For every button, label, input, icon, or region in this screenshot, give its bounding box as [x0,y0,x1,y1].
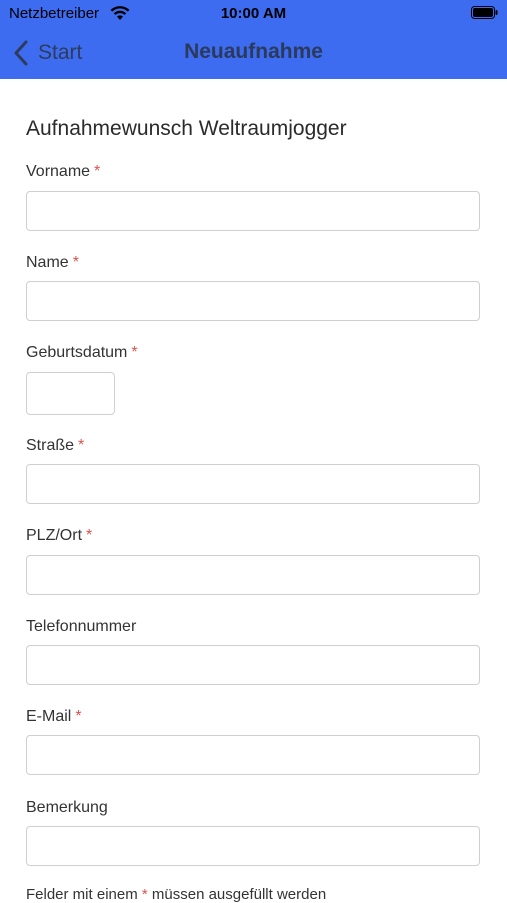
note-text-after: müssen ausgefüllt werden [151,886,327,903]
navigation-bar: Start Neuaufnahme [0,26,507,79]
strasse-label: Straße * [26,437,84,455]
name-input[interactable] [26,281,480,321]
name-label: Name * [26,254,79,272]
required-fields-note: Felder mit einem * müssen ausgefüllt wer… [26,886,326,903]
telefonnummer-label: Telefonnummer [26,618,136,636]
bemerkung-label: Bemerkung [26,799,108,817]
plz-ort-input[interactable] [26,555,480,595]
email-input[interactable] [26,735,480,775]
note-star: * [141,886,148,903]
required-marker: * [75,708,82,725]
strasse-label-text: Straße [26,437,75,454]
vorname-label-text: Vorname [26,163,91,180]
telefonnummer-input[interactable] [26,645,480,685]
required-marker: * [94,163,101,180]
plz-ort-label-text: PLZ/Ort [26,527,83,544]
required-marker: * [131,344,138,361]
required-marker: * [86,527,93,544]
email-label-text: E-Mail [26,708,72,725]
geburtsdatum-label: Geburtsdatum * [26,344,138,362]
plz-ort-label: PLZ/Ort * [26,527,92,545]
status-time: 10:00 AM [220,5,287,22]
geburtsdatum-input[interactable] [26,372,115,415]
bemerkung-input[interactable] [26,826,480,866]
strasse-input[interactable] [26,464,480,504]
name-label-text: Name [26,254,69,271]
telefonnummer-label-text: Telefonnummer [26,618,137,635]
page-title: Neuaufnahme [184,40,323,63]
note-text-before: Felder mit einem [26,886,138,903]
email-label: E-Mail * [26,708,82,726]
form-title: Aufnahmewunsch Weltraumjogger [26,117,347,140]
status-bar: Netzbetreiber 10:00 AM [0,0,507,26]
battery-icon [471,6,498,19]
vorname-label: Vorname * [26,163,100,181]
required-marker: * [72,254,79,271]
bemerkung-label-text: Bemerkung [26,799,108,816]
vorname-input[interactable] [26,191,480,231]
geburtsdatum-label-text: Geburtsdatum [26,344,128,361]
required-marker: * [78,437,85,454]
